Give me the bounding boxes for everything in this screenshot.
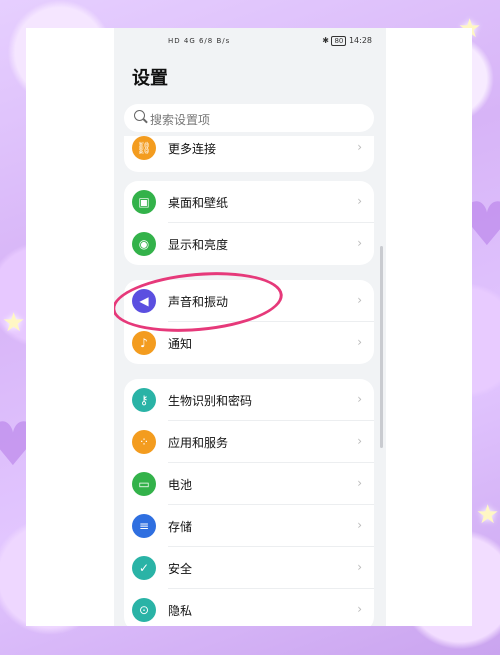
settings-item-storage[interactable]: ≡ 存储 ›	[124, 505, 374, 547]
settings-item-label: 显示和亮度	[168, 238, 229, 252]
bluetooth-icon: ✱	[322, 36, 329, 45]
chevron-right-icon: ›	[357, 476, 362, 490]
battery-icon: ▭	[132, 472, 156, 496]
chevron-right-icon: ›	[357, 194, 362, 208]
chevron-right-icon: ›	[357, 335, 362, 349]
search-icon	[134, 110, 145, 121]
link-icon: ⛓	[132, 136, 156, 160]
settings-item-apps[interactable]: ⁘ 应用和服务 ›	[124, 421, 374, 463]
scrollbar[interactable]	[380, 246, 383, 448]
chevron-right-icon: ›	[357, 560, 362, 574]
chevron-right-icon: ›	[357, 602, 362, 616]
settings-item-privacy[interactable]: ⊙ 隐私 ›	[124, 589, 374, 626]
search-placeholder: 搜索设置项	[150, 113, 211, 127]
chevron-right-icon: ›	[357, 140, 362, 154]
settings-item-more-connections[interactable]: ⛓ 更多连接 ›	[124, 136, 374, 169]
chevron-right-icon: ›	[357, 392, 362, 406]
settings-group-system: ⚷ 生物识别和密码 › ⁘ 应用和服务 › ▭ 电池 › ≡ 存储 › ✓ 安全…	[124, 379, 374, 626]
chevron-right-icon: ›	[357, 293, 362, 307]
settings-group-connections: ⛓ 更多连接 ›	[124, 136, 374, 172]
settings-item-label: 桌面和壁纸	[168, 196, 229, 210]
chevron-right-icon: ›	[357, 434, 362, 448]
network-status: HD 4G 6/8 B/s	[168, 37, 231, 45]
status-right: ✱ 80 14:28	[322, 36, 372, 46]
settings-item-display[interactable]: ◉ 显示和亮度 ›	[124, 223, 374, 265]
settings-item-label: 应用和服务	[168, 436, 229, 450]
settings-item-biometrics[interactable]: ⚷ 生物识别和密码 ›	[124, 379, 374, 421]
shield-icon: ✓	[132, 556, 156, 580]
settings-item-security[interactable]: ✓ 安全 ›	[124, 547, 374, 589]
star-icon: ★	[2, 308, 26, 338]
settings-group-display: ▣ 桌面和壁纸 › ◉ 显示和亮度 ›	[124, 181, 374, 265]
clock-time: 14:28	[348, 36, 372, 45]
wallpaper-icon: ▣	[132, 190, 156, 214]
chevron-right-icon: ›	[357, 518, 362, 532]
settings-item-label: 生物识别和密码	[168, 394, 253, 408]
settings-item-battery[interactable]: ▭ 电池 ›	[124, 463, 374, 505]
key-icon: ⚷	[132, 388, 156, 412]
star-icon: ★	[476, 500, 500, 530]
bell-icon: ♪	[132, 331, 156, 355]
settings-item-label: 安全	[168, 562, 193, 576]
status-bar: HD 4G 6/8 B/s ✱ 80 14:28	[114, 36, 386, 50]
settings-screen: HD 4G 6/8 B/s ✱ 80 14:28 设置 搜索设置项 ⛓ 更多连接…	[114, 28, 386, 626]
chevron-right-icon: ›	[357, 236, 362, 250]
settings-item-label: 电池	[168, 478, 193, 492]
settings-item-label: 隐私	[168, 604, 193, 618]
settings-item-label: 通知	[168, 337, 193, 351]
storage-icon: ≡	[132, 514, 156, 538]
privacy-icon: ⊙	[132, 598, 156, 622]
search-input[interactable]: 搜索设置项	[124, 104, 374, 132]
settings-item-wallpaper[interactable]: ▣ 桌面和壁纸 ›	[124, 181, 374, 223]
photo-card: HD 4G 6/8 B/s ✱ 80 14:28 设置 搜索设置项 ⛓ 更多连接…	[26, 28, 472, 626]
eye-icon: ◉	[132, 232, 156, 256]
apps-icon: ⁘	[132, 430, 156, 454]
page-title: 设置	[132, 68, 168, 89]
battery-level: 80	[331, 36, 347, 46]
settings-item-label: 存储	[168, 520, 193, 534]
settings-item-label: 更多连接	[168, 142, 217, 156]
